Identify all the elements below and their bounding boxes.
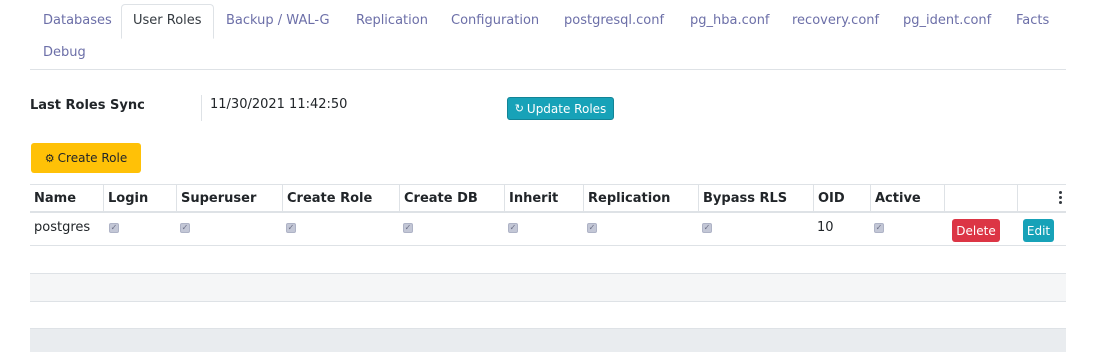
column-header-oid[interactable]: OID <box>813 185 870 212</box>
table-header: Name Login Superuser Create Role Create … <box>30 184 1066 213</box>
role-name: postgres <box>34 220 91 235</box>
empty-table-row <box>30 246 1066 274</box>
bypass-rls-checkbox: ✓ <box>702 223 712 233</box>
replication-checkbox: ✓ <box>587 223 597 233</box>
vertical-dots-icon[interactable] <box>1059 191 1062 205</box>
create-db-checkbox: ✓ <box>403 223 413 233</box>
refresh-icon: ↻ <box>514 102 524 115</box>
column-header-bypass-rls[interactable]: Bypass RLS <box>698 185 813 212</box>
create-role-checkbox: ✓ <box>286 223 296 233</box>
tab-recovery-conf[interactable]: recovery.conf <box>792 13 879 29</box>
column-header-inherit[interactable]: Inherit <box>504 185 584 212</box>
inherit-checkbox: ✓ <box>508 223 518 233</box>
tab-replication[interactable]: Replication <box>356 13 428 29</box>
tab-pg-hba-conf[interactable]: pg_hba.conf <box>690 13 770 29</box>
tab-facts[interactable]: Facts <box>1016 13 1049 29</box>
column-header-replication[interactable]: Replication <box>583 185 698 212</box>
active-checkbox: ✓ <box>874 223 884 233</box>
role-oid: 10 <box>817 220 834 235</box>
table-row: postgres ✓ ✓ ✓ ✓ ✓ ✓ ✓ 10 ✓ Delete Edit <box>30 213 1066 246</box>
column-header-superuser[interactable]: Superuser <box>176 185 282 212</box>
column-header-login[interactable]: Login <box>103 185 176 212</box>
last-roles-sync-value: 11/30/2021 11:42:50 <box>210 97 348 112</box>
column-header-active[interactable]: Active <box>870 185 944 212</box>
empty-table-row <box>30 274 1066 302</box>
column-header-create-db[interactable]: Create DB <box>399 185 504 212</box>
tab-debug[interactable]: Debug <box>43 45 86 61</box>
tab-user-roles[interactable]: User Roles <box>121 4 214 39</box>
column-header-actions <box>944 185 1017 212</box>
create-role-button[interactable]: ⚙ Create Role <box>31 143 141 173</box>
create-role-label: Create Role <box>57 151 128 165</box>
tab-postgresql-conf[interactable]: postgresql.conf <box>564 13 664 29</box>
column-header-name[interactable]: Name <box>30 185 103 212</box>
tab-bar: Databases User Roles Backup / WAL-G Repl… <box>30 4 1066 70</box>
delete-button[interactable]: Delete <box>952 219 1000 242</box>
tab-databases[interactable]: Databases <box>43 13 112 29</box>
update-roles-label: Update Roles <box>526 101 607 116</box>
login-checkbox: ✓ <box>109 223 119 233</box>
gear-icon: ⚙ <box>44 151 55 165</box>
tab-configuration[interactable]: Configuration <box>451 13 539 29</box>
last-roles-sync-label: Last Roles Sync <box>30 98 145 113</box>
edit-button[interactable]: Edit <box>1023 219 1054 242</box>
tab-backup-wal-g[interactable]: Backup / WAL-G <box>226 13 330 29</box>
superuser-checkbox: ✓ <box>180 223 190 233</box>
column-header-create-role[interactable]: Create Role <box>282 185 399 212</box>
update-roles-button[interactable]: ↻ Update Roles <box>507 97 614 120</box>
tab-pg-ident-conf[interactable]: pg_ident.conf <box>903 13 991 29</box>
column-menu[interactable] <box>1017 185 1066 212</box>
divider <box>201 95 202 121</box>
table-footer <box>30 328 1066 352</box>
